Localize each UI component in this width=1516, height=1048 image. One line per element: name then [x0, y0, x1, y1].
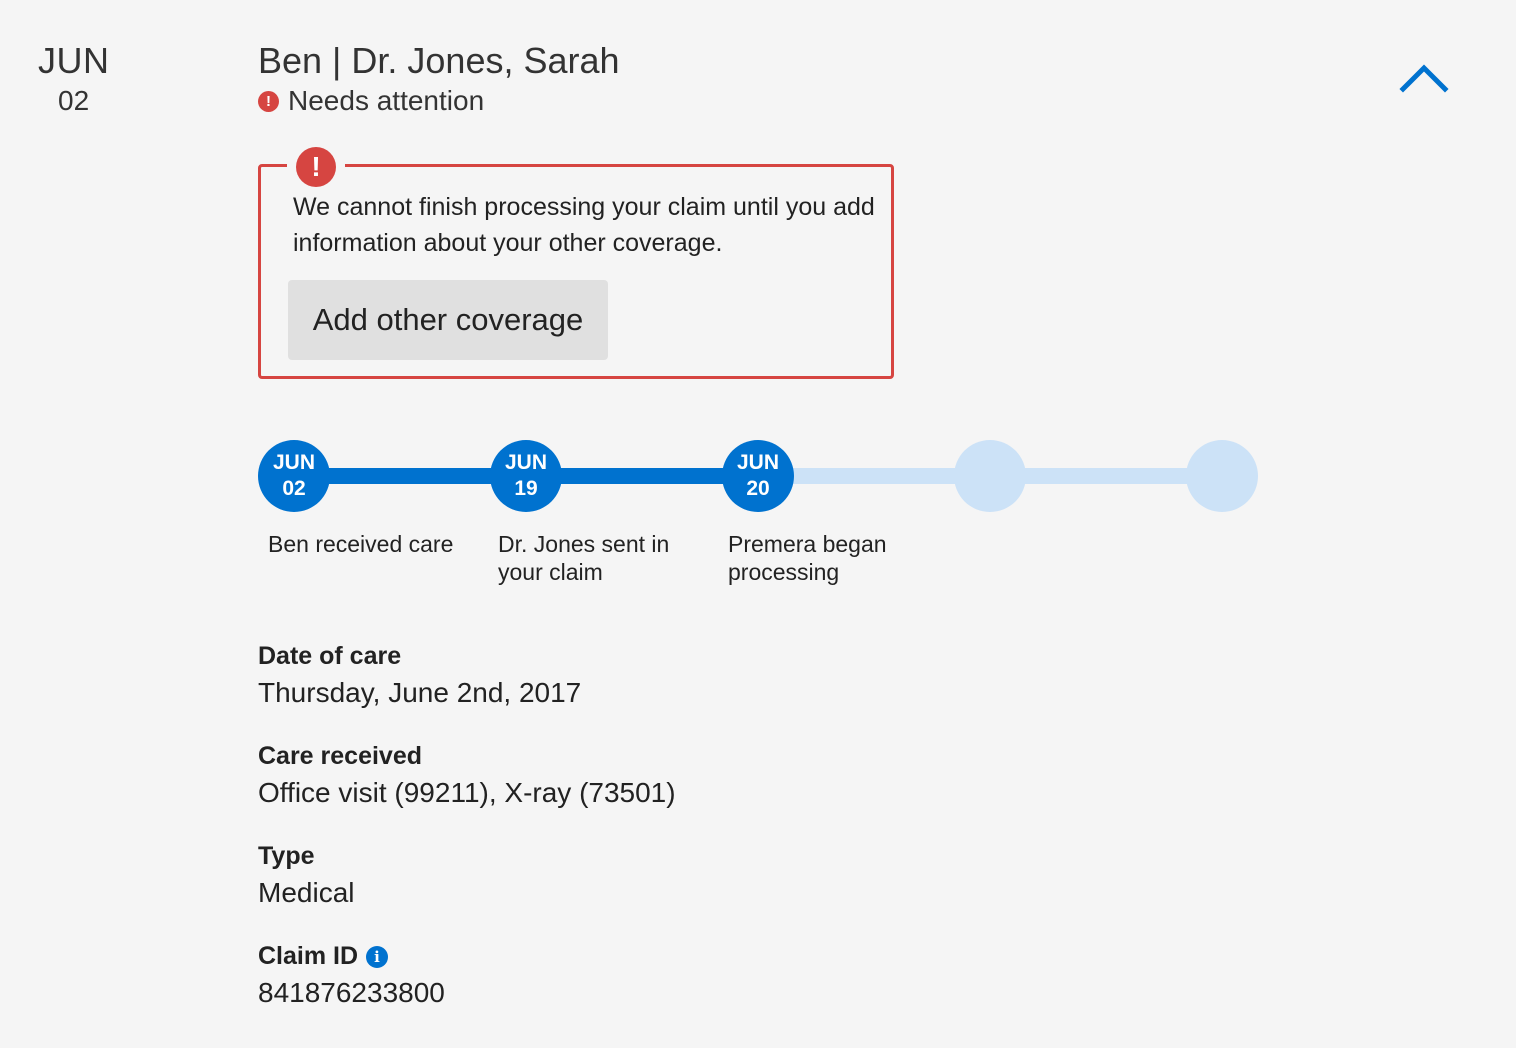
timeline-step-caption: Ben received care [268, 531, 454, 557]
timeline-step-day: 20 [746, 477, 770, 500]
date-of-care-value: Thursday, June 2nd, 2017 [258, 677, 582, 708]
claim-id-label: Claim ID [258, 942, 359, 970]
timeline-step-month: JUN [736, 451, 779, 474]
timeline-step: JUN 02 [258, 440, 330, 512]
care-received-label: Care received [258, 742, 423, 770]
type-value: Medical [258, 877, 355, 908]
timeline-segment [294, 468, 526, 484]
claim-id-value: 841876233800 [258, 977, 445, 1008]
type-label: Type [258, 842, 315, 870]
claim-status-label: Needs attention [288, 85, 485, 116]
timeline-step-month: JUN [272, 451, 315, 474]
attention-alert: ! We cannot finish processing your claim… [258, 147, 894, 379]
timeline-step: JUN 19 [490, 440, 562, 512]
alert-status-icon: ! [258, 90, 279, 112]
claim-status: ! Needs attention [258, 85, 484, 117]
timeline-step-caption: Dr. Jones sent in your claim [498, 531, 670, 585]
claim-title: Ben | Dr. Jones, Sarah [258, 40, 620, 81]
claim-date-month: JUN [38, 40, 110, 81]
claim-id-label-row: Claim ID i [258, 942, 389, 971]
care-received-value: Office visit (99211), X-ray (73501) [258, 777, 676, 808]
add-other-coverage-button[interactable]: Add other coverage [288, 280, 608, 360]
claim-date-day: 02 [58, 85, 90, 116]
timeline-segment [526, 468, 758, 484]
timeline-step-month: JUN [504, 451, 547, 474]
timeline-step: JUN 20 [722, 440, 794, 512]
exclamation-icon: ! [296, 147, 336, 187]
chevron-up-icon [1399, 64, 1449, 93]
collapse-button[interactable] [1396, 54, 1452, 98]
claim-progress-timeline: JUN 02 JUN 19 JUN 20 Ben received care D… [0, 0, 1516, 1048]
timeline-step-day: 02 [282, 477, 306, 500]
info-icon[interactable]: i [366, 945, 389, 968]
timeline-step-day: 19 [514, 477, 538, 500]
alert-message: We cannot finish processing your claim u… [293, 193, 875, 257]
timeline-step-caption: Premera began processing [728, 531, 887, 585]
timeline-segment [758, 468, 990, 484]
date-of-care-label: Date of care [258, 642, 402, 670]
timeline-segment [990, 468, 1222, 484]
timeline-step-pending [1186, 440, 1258, 512]
timeline-step-pending [954, 440, 1026, 512]
